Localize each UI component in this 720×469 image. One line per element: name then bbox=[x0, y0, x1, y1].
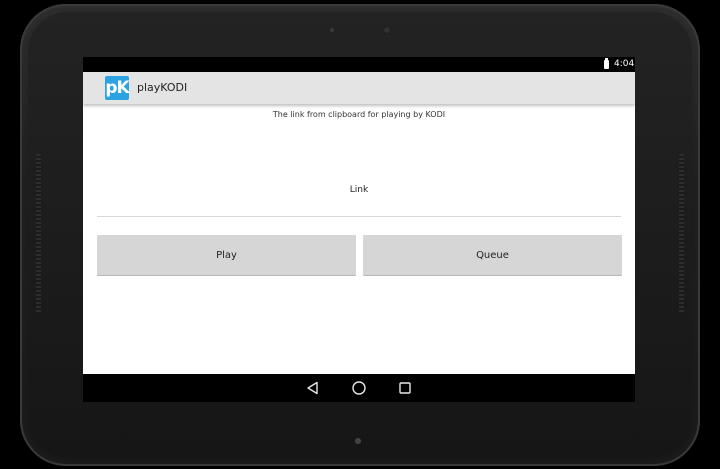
speaker-grille-left bbox=[36, 154, 41, 314]
home-button[interactable] bbox=[347, 378, 371, 398]
back-triangle-icon bbox=[307, 381, 318, 395]
recents-square-icon bbox=[399, 382, 411, 394]
speaker-grille-right bbox=[679, 154, 684, 314]
status-bar: 4:04 bbox=[83, 57, 635, 72]
navigation-bar bbox=[83, 374, 635, 402]
back-button[interactable] bbox=[301, 378, 325, 398]
notification-led bbox=[355, 438, 361, 444]
front-camera bbox=[383, 26, 391, 34]
battery-full-icon bbox=[604, 58, 609, 69]
status-time: 4:04 bbox=[614, 59, 635, 69]
app-logo: pK bbox=[105, 76, 130, 100]
queue-button[interactable]: Queue bbox=[363, 235, 622, 276]
recents-button[interactable] bbox=[393, 378, 417, 398]
clipboard-hint-text: The link from clipboard for playing by K… bbox=[272, 110, 446, 119]
home-circle-icon bbox=[352, 381, 366, 395]
action-bar: pK playKODI bbox=[83, 72, 635, 104]
light-sensor bbox=[330, 28, 334, 32]
device-screen: 4:04 pK playKODI The link from clipboard… bbox=[83, 57, 635, 402]
main-content: The link from clipboard for playing by K… bbox=[83, 104, 635, 374]
app-title: playKODI bbox=[137, 81, 188, 94]
play-button[interactable]: Play bbox=[97, 235, 356, 276]
link-input[interactable] bbox=[97, 164, 621, 217]
